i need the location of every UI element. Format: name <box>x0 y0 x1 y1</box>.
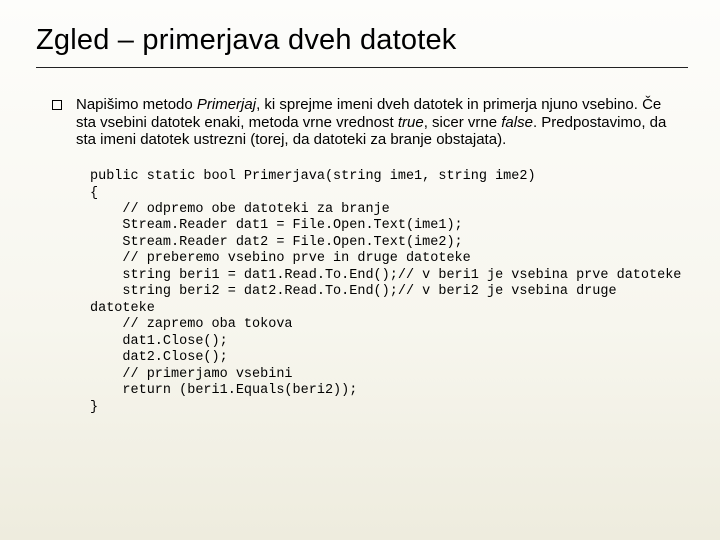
para-i2: true <box>398 114 424 131</box>
slide-title: Zgled – primerjava dveh datotek <box>36 24 688 68</box>
para-t3: , sicer vrne <box>424 114 502 131</box>
para-i3: false <box>501 114 533 131</box>
para-t1: Napišimo metodo <box>76 96 197 113</box>
para-i1: Primerjaj <box>197 96 256 113</box>
code-block: public static bool Primerjava(string ime… <box>90 169 688 416</box>
bullet-row: Napišimo metodo Primerjaj, ki sprejme im… <box>52 96 688 149</box>
paragraph: Napišimo metodo Primerjaj, ki sprejme im… <box>76 96 676 149</box>
square-bullet-icon <box>52 100 62 110</box>
